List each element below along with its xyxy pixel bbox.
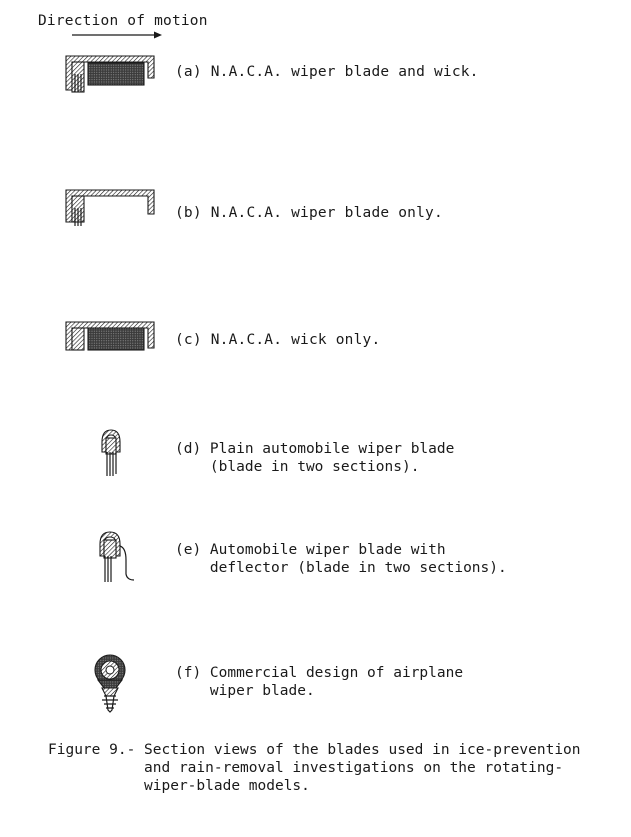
figure-caption-line-3: wiper-blade models. — [48, 778, 310, 794]
direction-arrow-icon — [72, 31, 162, 39]
item-f-line-2: wiper blade. — [175, 683, 315, 699]
section-f-commercial-blade — [94, 654, 126, 713]
section-b-blade-only — [65, 189, 155, 226]
item-a-label: (a) N.A.C.A. wiper blade and wick. — [175, 64, 479, 80]
section-a-blade-and-wick — [65, 55, 155, 93]
direction-of-motion-label: Direction of motion — [38, 13, 208, 29]
figure-caption-line-2: and rain-removal investigations on the r… — [48, 760, 564, 776]
section-d-automobile-blade — [101, 429, 121, 476]
item-f-line-1: (f) Commercial design of airplane — [175, 665, 464, 681]
item-c-label: (c) N.A.C.A. wick only. — [175, 332, 381, 348]
section-c-wick-only — [65, 321, 155, 351]
item-d-line-2: (blade in two sections). — [175, 459, 420, 475]
item-b-label: (b) N.A.C.A. wiper blade only. — [175, 205, 443, 221]
item-e-line-2: deflector (blade in two sections). — [175, 560, 507, 576]
figure-caption-line-1: Figure 9.- Section views of the blades u… — [48, 742, 581, 758]
item-e-line-1: (e) Automobile wiper blade with — [175, 542, 446, 558]
section-e-blade-with-deflector — [99, 531, 135, 582]
item-d-line-1: (d) Plain automobile wiper blade — [175, 441, 455, 457]
